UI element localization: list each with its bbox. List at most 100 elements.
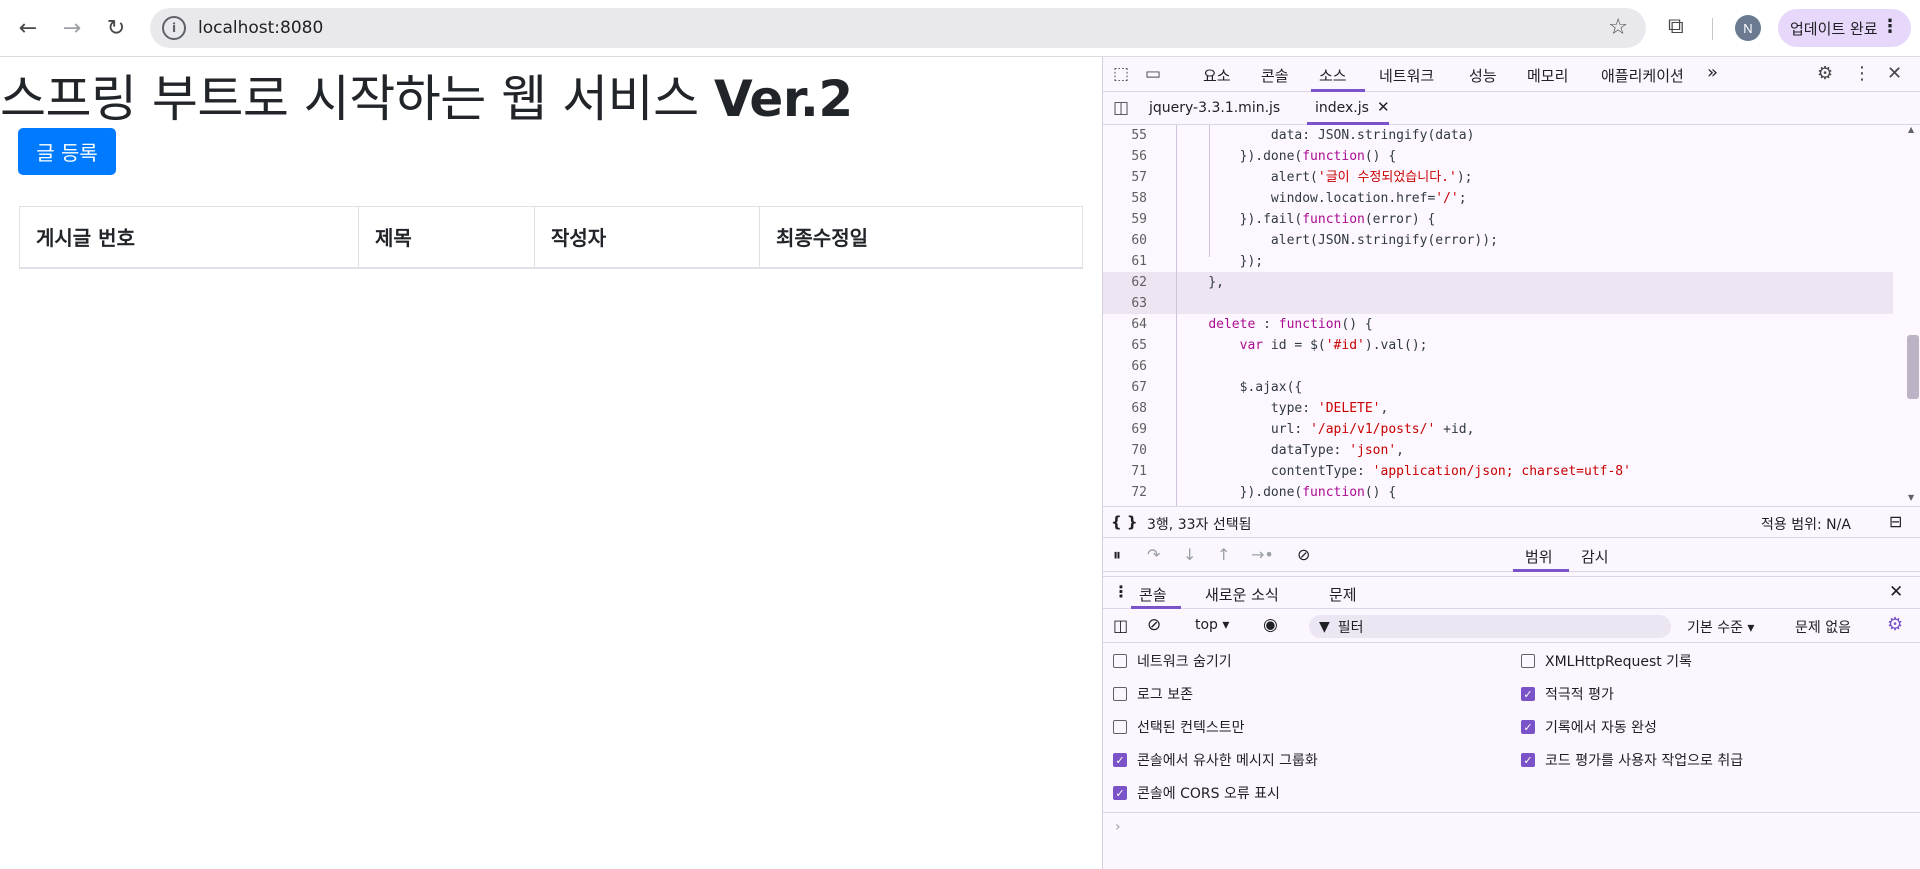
drawer-tab-console[interactable]: 콘솔 — [1139, 584, 1167, 605]
checkbox-checked[interactable]: ✓ — [1113, 753, 1127, 767]
checkbox-unchecked[interactable] — [1521, 654, 1535, 668]
line-number[interactable]: 64 — [1103, 314, 1147, 335]
reload-icon[interactable]: ↻ — [102, 14, 130, 42]
tab-sources[interactable]: 소스 — [1319, 65, 1347, 86]
deactivate-breakpoints-icon[interactable]: ⊘ — [1297, 545, 1310, 564]
toggle-navigator-icon[interactable]: ◫ — [1113, 98, 1129, 118]
devtools-menu-icon[interactable]: ⋮ — [1853, 63, 1871, 84]
checkbox-unchecked[interactable] — [1113, 720, 1127, 734]
line-number[interactable]: 69 — [1103, 419, 1147, 440]
forward-arrow-icon[interactable]: → — [58, 14, 86, 42]
console-setting-option[interactable]: ✓ 기록에서 자동 완성 — [1521, 717, 1657, 737]
code-line[interactable]: 57 alert('글이 수정되었습니다.'); — [1103, 167, 1893, 188]
console-setting-option[interactable]: ✓ 적극적 평가 — [1521, 684, 1614, 704]
register-post-button[interactable]: 글 등록 — [18, 128, 116, 175]
console-prompt[interactable]: › — [1115, 819, 1121, 835]
code-line[interactable]: 63 — [1103, 293, 1893, 314]
console-setting-option[interactable]: ✓ 콘솔에 CORS 오류 표시 — [1113, 783, 1280, 803]
file-tab-index[interactable]: index.js — [1315, 100, 1369, 116]
tab-application[interactable]: 애플리케이션 — [1601, 65, 1684, 86]
code-line[interactable]: 70 dataType: 'json', — [1103, 440, 1893, 461]
drawer-menu-icon[interactable]: ⋮ — [1113, 582, 1129, 601]
code-editor[interactable]: 55 data: JSON.stringify(data) 56 }).done(… — [1103, 125, 1920, 506]
code-line[interactable]: 61 }); — [1103, 251, 1893, 272]
drawer-tab-whats-new[interactable]: 새로운 소식 — [1205, 584, 1279, 605]
more-tabs-icon[interactable]: » — [1707, 62, 1718, 83]
tab-watch[interactable]: 감시 — [1581, 546, 1609, 567]
line-number[interactable]: 67 — [1103, 377, 1147, 398]
line-number[interactable]: 58 — [1103, 188, 1147, 209]
inspect-element-icon[interactable]: ⬚ — [1113, 64, 1129, 84]
line-number[interactable]: 66 — [1103, 356, 1147, 377]
checkbox-checked[interactable]: ✓ — [1521, 687, 1535, 701]
line-number[interactable]: 56 — [1103, 146, 1147, 167]
address-bar[interactable]: i localhost:8080 ☆ — [150, 8, 1646, 48]
profile-avatar[interactable]: N — [1735, 15, 1761, 41]
line-number[interactable]: 72 — [1103, 482, 1147, 503]
line-number[interactable]: 59 — [1103, 209, 1147, 230]
line-number[interactable]: 60 — [1103, 230, 1147, 251]
step-icon[interactable]: →• — [1251, 545, 1274, 564]
code-line[interactable]: 71 contentType: 'application/json; chars… — [1103, 461, 1893, 482]
scroll-up-icon[interactable]: ▲ — [1908, 125, 1914, 134]
code-line[interactable]: 62 }, — [1103, 272, 1893, 293]
checkbox-unchecked[interactable] — [1113, 654, 1127, 668]
code-line[interactable]: 65 var id = $('#id').val(); — [1103, 335, 1893, 356]
close-file-icon[interactable]: ✕ — [1377, 98, 1390, 116]
line-number[interactable]: 61 — [1103, 251, 1147, 272]
pretty-print-icon[interactable]: { } — [1111, 513, 1138, 531]
console-setting-option[interactable]: ✓ 콘솔에서 유사한 메시지 그룹화 — [1113, 750, 1318, 770]
line-number[interactable]: 70 — [1103, 440, 1147, 461]
clear-console-icon[interactable]: ⊘ — [1147, 615, 1161, 635]
step-over-icon[interactable]: ↷ — [1147, 545, 1160, 564]
sidebar-toggle-icon[interactable]: ◫ — [1113, 616, 1128, 635]
code-line[interactable]: 55 data: JSON.stringify(data) — [1103, 125, 1893, 146]
line-number[interactable]: 62 — [1103, 272, 1147, 293]
settings-gear-icon[interactable]: ⚙ — [1817, 63, 1833, 84]
line-number[interactable]: 71 — [1103, 461, 1147, 482]
file-tab-jquery[interactable]: jquery-3.3.1.min.js — [1149, 100, 1280, 116]
context-selector[interactable]: top ▾ — [1195, 617, 1229, 633]
code-line[interactable]: 67 $.ajax({ — [1103, 377, 1893, 398]
issues-count[interactable]: 문제 없음 — [1795, 617, 1851, 637]
code-line[interactable]: 64 delete : function() { — [1103, 314, 1893, 335]
tab-scope[interactable]: 범위 — [1525, 546, 1553, 567]
close-drawer-icon[interactable]: ✕ — [1889, 582, 1903, 602]
checkbox-checked[interactable]: ✓ — [1521, 720, 1535, 734]
checkbox-unchecked[interactable] — [1113, 687, 1127, 701]
code-line[interactable]: 72 }).done(function() { — [1103, 482, 1893, 503]
tab-network[interactable]: 네트워크 — [1379, 65, 1434, 86]
url-text[interactable]: localhost:8080 — [198, 18, 323, 38]
line-number[interactable]: 68 — [1103, 398, 1147, 419]
checkbox-checked[interactable]: ✓ — [1521, 753, 1535, 767]
tab-console[interactable]: 콘솔 — [1261, 65, 1289, 86]
scroll-thumb[interactable] — [1907, 335, 1919, 399]
live-expression-eye-icon[interactable]: ◉ — [1263, 615, 1278, 635]
step-into-icon[interactable]: ↓ — [1183, 545, 1196, 564]
drawer-tab-issues[interactable]: 문제 — [1329, 584, 1357, 605]
code-line[interactable]: 56 }).done(function() { — [1103, 146, 1893, 167]
tab-elements[interactable]: 요소 — [1203, 65, 1231, 86]
site-info-icon[interactable]: i — [162, 16, 186, 40]
code-line[interactable]: 60 alert(JSON.stringify(error)); — [1103, 230, 1893, 251]
code-scrollbar[interactable]: ▲ ▼ — [1903, 125, 1920, 506]
code-line[interactable]: 58 window.location.href='/'; — [1103, 188, 1893, 209]
toggle-drawer-icon[interactable]: ⊟ — [1889, 512, 1902, 531]
scroll-down-icon[interactable]: ▼ — [1908, 493, 1914, 502]
extensions-icon[interactable]: ⧉ — [1668, 14, 1684, 39]
line-number[interactable]: 65 — [1103, 335, 1147, 356]
console-setting-option[interactable]: 로그 보존 — [1113, 684, 1193, 704]
tab-performance[interactable]: 성능 — [1469, 65, 1497, 86]
update-button[interactable]: 업데이트 완료 ⋮ — [1778, 9, 1911, 47]
code-line[interactable]: 68 type: 'DELETE', — [1103, 398, 1893, 419]
step-out-icon[interactable]: ↑ — [1217, 545, 1230, 564]
line-number[interactable]: 57 — [1103, 167, 1147, 188]
back-arrow-icon[interactable]: ← — [14, 14, 42, 42]
bookmark-star-icon[interactable]: ☆ — [1608, 15, 1628, 40]
console-setting-option[interactable]: 선택된 컨텍스트만 — [1113, 717, 1245, 737]
console-filter-input[interactable]: ▼ 필터 — [1309, 615, 1671, 638]
log-level-dropdown[interactable]: 기본 수준 ▾ — [1687, 617, 1754, 637]
tab-memory[interactable]: 메모리 — [1527, 65, 1568, 86]
pause-icon[interactable]: ⏸ — [1113, 545, 1121, 565]
close-devtools-icon[interactable]: ✕ — [1887, 63, 1902, 84]
